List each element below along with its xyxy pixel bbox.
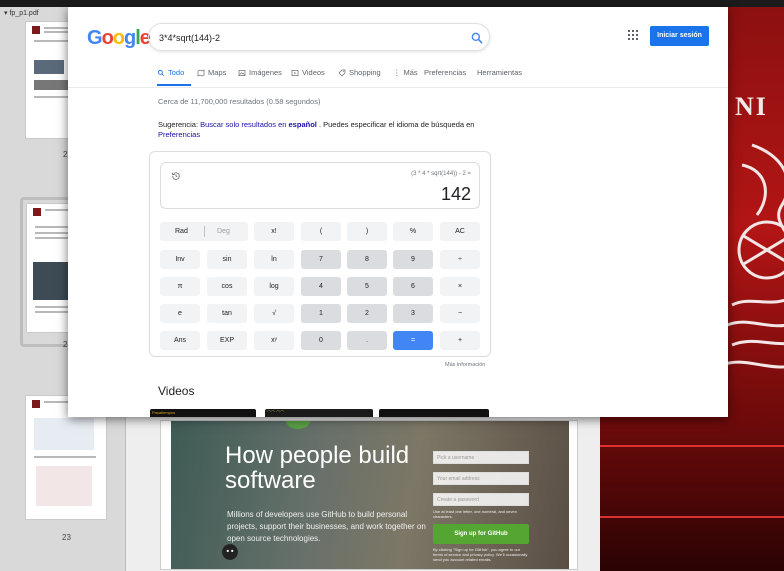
key-7[interactable]: 7 <box>301 250 341 269</box>
tab-shopping[interactable]: Shopping <box>338 68 381 77</box>
key-5[interactable]: 5 <box>347 277 387 296</box>
tab-videos[interactable]: Videos <box>291 68 325 77</box>
calculator-display: (3 * 4 * sqrt(144)) - 2 = 142 <box>160 162 480 209</box>
key-1[interactable]: 1 <box>301 304 341 323</box>
key-equals[interactable]: = <box>393 331 433 350</box>
tab-all[interactable]: Todo <box>157 68 184 77</box>
spanish-results-link[interactable]: Buscar solo resultados en español <box>200 120 317 129</box>
deg-button[interactable]: Deg <box>217 222 230 241</box>
video-thumbnail[interactable]: Pasatiempos <box>150 409 256 417</box>
octocat-icon <box>222 544 238 560</box>
tab-tools[interactable]: Herramientas <box>477 68 522 77</box>
rad-button[interactable]: Rad <box>175 222 188 241</box>
key-power[interactable]: xʸ <box>254 331 294 350</box>
key-tan[interactable]: tan <box>207 304 247 323</box>
key-exp[interactable]: EXP <box>207 331 247 350</box>
key-minus[interactable]: − <box>440 304 480 323</box>
key-2[interactable]: 2 <box>347 304 387 323</box>
github-logo-glow <box>286 421 310 429</box>
more-vert-icon: ⋮ <box>393 68 401 77</box>
key-e[interactable]: e <box>160 304 200 323</box>
map-icon <box>197 68 205 77</box>
tabs-divider <box>68 87 728 88</box>
key-ans[interactable]: Ans <box>160 331 200 350</box>
video-icon <box>291 69 299 76</box>
github-email-field: Your email address <box>433 472 529 485</box>
result-stats: Cerca de 11,700,000 resultados (0.58 seg… <box>158 97 321 106</box>
key-open-paren[interactable]: ( <box>301 222 341 241</box>
key-9[interactable]: 9 <box>393 250 433 269</box>
key-cos[interactable]: cos <box>207 277 247 296</box>
key-percent[interactable]: % <box>393 222 433 241</box>
window-top-strip <box>0 0 784 7</box>
pdf-document-view[interactable]: How people build software Millions of de… <box>126 415 600 571</box>
preferences-link[interactable]: Preferencias <box>158 130 200 139</box>
github-password-hint: Use at least one letter, one numeral, an… <box>433 509 517 519</box>
search-icon[interactable] <box>470 31 484 45</box>
history-icon[interactable] <box>171 171 181 181</box>
sign-in-button[interactable]: Iniciar sesión <box>650 26 709 46</box>
calculator-widget: (3 * 4 * sqrt(144)) - 2 = 142 Rad Deg x!… <box>149 151 491 357</box>
google-search-window: Google Iniciar sesión Todo Maps Imágenes… <box>68 7 728 417</box>
rad-deg-toggle[interactable]: Rad Deg <box>160 222 248 241</box>
key-0[interactable]: 0 <box>301 331 341 350</box>
key-6[interactable]: 6 <box>393 277 433 296</box>
background-red-line <box>600 516 784 518</box>
google-logo[interactable]: Google <box>87 27 151 50</box>
calculator-expression: (3 * 4 * sqrt(144)) - 2 = <box>411 171 471 177</box>
tab-maps[interactable]: Maps <box>197 68 226 77</box>
github-terms-note: By clicking "Sign up for GitHub", you ag… <box>433 547 528 562</box>
key-4[interactable]: 4 <box>301 277 341 296</box>
tab-preferences[interactable]: Preferencias <box>424 68 466 77</box>
search-input[interactable] <box>159 30 459 46</box>
key-plus[interactable]: + <box>440 331 480 350</box>
pdf-page: How people build software Millions of de… <box>160 420 578 570</box>
key-3[interactable]: 3 <box>393 304 433 323</box>
key-pi[interactable]: π <box>160 277 200 296</box>
background-red-line <box>600 445 784 447</box>
github-signup-button: Sign up for GitHub <box>433 524 529 544</box>
key-log[interactable]: log <box>254 277 294 296</box>
key-clear[interactable]: AC <box>440 222 480 241</box>
key-divide[interactable]: ÷ <box>440 250 480 269</box>
tag-icon <box>338 69 346 76</box>
key-close-paren[interactable]: ) <box>347 222 387 241</box>
pdf-file-title[interactable]: ▾ fp_p1.pdf <box>4 9 39 17</box>
video-thumbnail[interactable]: ⌒⌒ ⌒⌒ <box>265 409 373 417</box>
more-info-link[interactable]: Más información <box>445 362 485 368</box>
key-ln[interactable]: ln <box>254 250 294 269</box>
github-password-field: Create a password <box>433 493 529 506</box>
apps-grid-icon[interactable] <box>628 30 638 40</box>
rad-deg-separator <box>204 226 205 237</box>
github-hero-subtitle: Millions of developers use GitHub to bui… <box>227 510 426 543</box>
videos-section-title: Videos <box>158 384 195 398</box>
github-hero-image: How people build software Millions of de… <box>171 421 569 569</box>
search-box[interactable] <box>148 23 490 51</box>
key-decimal[interactable]: . <box>347 331 387 350</box>
calculator-result: 142 <box>440 184 471 204</box>
github-hero-title: How people build software <box>225 442 410 494</box>
key-factorial[interactable]: x! <box>254 222 294 241</box>
key-multiply[interactable]: × <box>440 277 480 296</box>
background-unam-text: NI <box>735 92 768 121</box>
pdf-page-number: 23 <box>62 533 71 542</box>
active-tab-indicator <box>157 84 191 86</box>
image-icon <box>238 69 246 76</box>
tab-images[interactable]: Imágenes <box>238 68 282 77</box>
tab-more[interactable]: ⋮ Más <box>393 68 418 77</box>
github-username-field: Pick a username <box>433 451 529 464</box>
search-icon <box>157 69 164 76</box>
key-inv[interactable]: Inv <box>160 250 200 269</box>
key-sin[interactable]: sin <box>207 250 247 269</box>
video-thumbnail[interactable] <box>379 409 489 417</box>
key-8[interactable]: 8 <box>347 250 387 269</box>
key-sqrt[interactable]: √ <box>254 304 294 323</box>
language-suggestion: Sugerencia: Buscar solo resultados en es… <box>158 120 475 139</box>
